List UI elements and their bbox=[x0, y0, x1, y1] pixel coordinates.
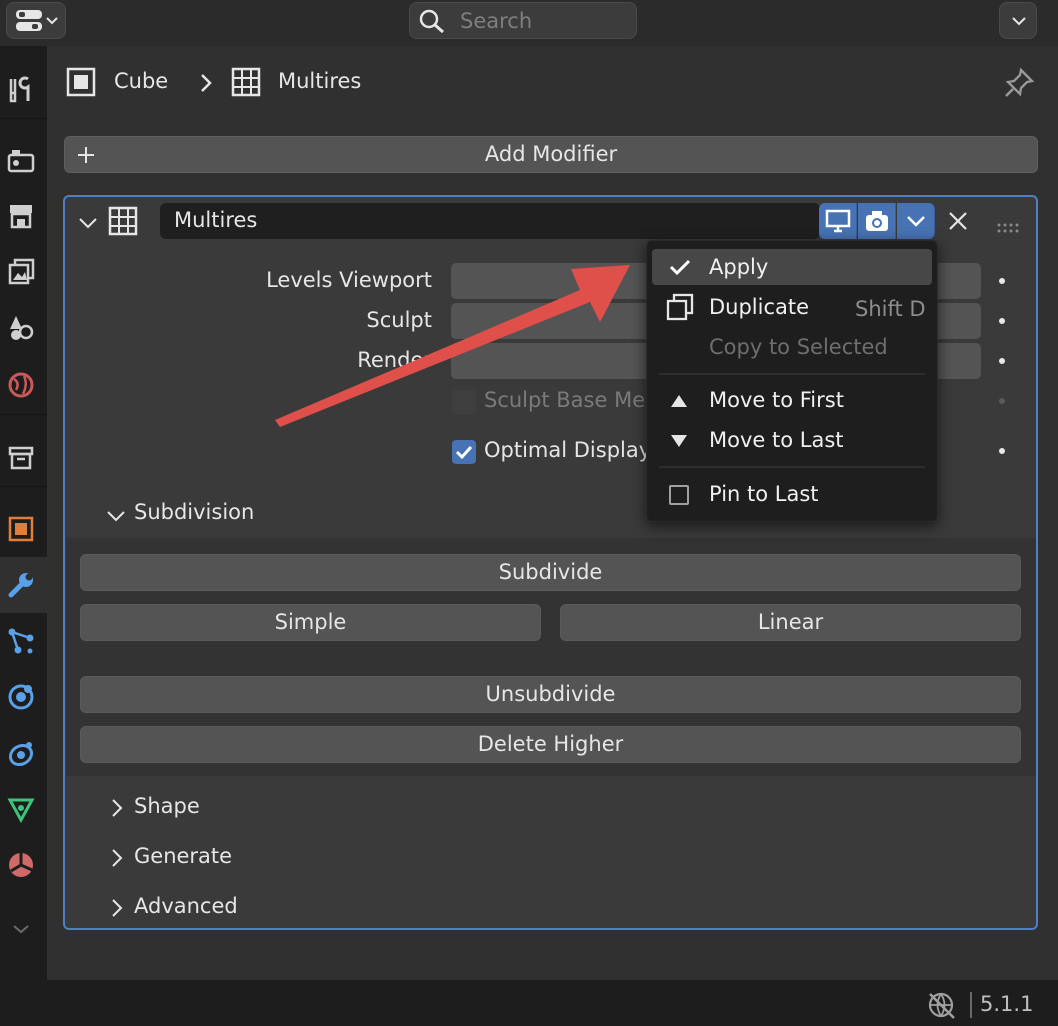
physics-icon[interactable] bbox=[4, 680, 38, 714]
pin-to-last-checkbox[interactable] bbox=[669, 485, 689, 505]
tool-icon[interactable] bbox=[4, 73, 38, 107]
world-icon[interactable] bbox=[4, 368, 38, 402]
chevron-right-icon[interactable] bbox=[110, 848, 124, 873]
network-disabled-icon bbox=[926, 990, 958, 1025]
modifier-name: Multires bbox=[174, 208, 258, 232]
keyframe-dot[interactable] bbox=[999, 278, 1005, 284]
material-icon[interactable] bbox=[4, 848, 38, 882]
annotation-arrow bbox=[275, 265, 630, 427]
drag-handle-icon[interactable] bbox=[996, 215, 1022, 239]
object-icon[interactable] bbox=[4, 512, 38, 546]
duplicate-shortcut: Shift D bbox=[855, 297, 926, 321]
duplicate-icon bbox=[666, 293, 694, 321]
chevron-down-icon bbox=[1012, 17, 1026, 26]
render-icon[interactable] bbox=[4, 144, 38, 178]
keyframe-dot[interactable] bbox=[999, 448, 1005, 454]
chevron-right-icon[interactable] bbox=[110, 798, 124, 823]
options-dropdown[interactable] bbox=[999, 2, 1037, 39]
scene-icon[interactable] bbox=[4, 311, 38, 345]
modifier-extras-menu: Apply Duplicate Shift D Copy to Selected… bbox=[646, 240, 938, 522]
menu-item-apply-highlight[interactable] bbox=[652, 249, 932, 285]
add-modifier-label: Add Modifier bbox=[484, 142, 618, 166]
subdivision-header[interactable]: Subdivision bbox=[134, 500, 254, 524]
keyframe-dot[interactable] bbox=[999, 318, 1005, 324]
editor-type-button[interactable] bbox=[6, 2, 66, 39]
simple-button[interactable]: Simple bbox=[80, 604, 541, 641]
modifier-extras-dropdown[interactable] bbox=[897, 203, 935, 239]
collapse-chevron-icon[interactable] bbox=[78, 212, 98, 236]
advanced-section[interactable]: Advanced bbox=[134, 894, 238, 918]
chevron-down-icon bbox=[906, 216, 925, 227]
remove-modifier-icon[interactable] bbox=[947, 210, 969, 237]
menu-separator bbox=[659, 466, 925, 468]
shape-section[interactable]: Shape bbox=[134, 794, 200, 818]
output-icon[interactable] bbox=[4, 199, 38, 233]
multires-icon bbox=[108, 206, 138, 241]
collection-icon[interactable] bbox=[4, 441, 38, 475]
breadcrumb-modifier: Multires bbox=[278, 69, 362, 93]
keyframe-dot[interactable] bbox=[999, 358, 1005, 364]
monitor-icon bbox=[825, 209, 850, 233]
menu-item-apply[interactable]: Apply bbox=[709, 255, 768, 279]
modifier-wrench-icon[interactable] bbox=[4, 568, 38, 602]
search-placeholder: Search bbox=[460, 9, 533, 33]
checkmark-icon bbox=[455, 445, 473, 460]
show-render-toggle[interactable] bbox=[858, 203, 896, 239]
status-bar bbox=[0, 980, 1058, 1026]
editor-type-icon bbox=[16, 10, 58, 31]
tabs-more-icon[interactable] bbox=[4, 912, 38, 946]
breadcrumb-object: Cube bbox=[114, 69, 169, 93]
view-layer-icon[interactable] bbox=[4, 255, 38, 289]
version-label: 5.1.1 bbox=[980, 992, 1034, 1016]
menu-item-copy-to-selected: Copy to Selected bbox=[709, 335, 888, 359]
triangle-up-icon bbox=[671, 395, 687, 407]
constraints-icon[interactable] bbox=[4, 736, 38, 770]
search-field[interactable]: Search bbox=[409, 2, 637, 39]
menu-item-pin-to-last[interactable]: Pin to Last bbox=[709, 482, 819, 506]
checkmark-icon bbox=[669, 259, 691, 276]
menu-item-move-to-last[interactable]: Move to Last bbox=[709, 428, 844, 452]
pin-icon[interactable] bbox=[1003, 67, 1035, 104]
tab-separator bbox=[0, 118, 47, 119]
particles-icon[interactable] bbox=[4, 624, 38, 658]
optimal-display-label: Optimal Display bbox=[484, 438, 652, 462]
multires-icon bbox=[231, 67, 261, 102]
object-icon bbox=[66, 67, 96, 97]
optimal-display-checkbox[interactable] bbox=[452, 440, 476, 464]
show-viewport-toggle[interactable] bbox=[819, 203, 857, 239]
modifier-name-field[interactable]: Multires bbox=[160, 203, 820, 239]
add-modifier-button[interactable]: Add Modifier bbox=[64, 136, 1038, 173]
tab-separator bbox=[0, 414, 47, 415]
subdivide-button[interactable]: Subdivide bbox=[80, 554, 1021, 591]
camera-icon bbox=[865, 211, 888, 231]
linear-button[interactable]: Linear bbox=[560, 604, 1021, 641]
unsubdivide-button[interactable]: Unsubdivide bbox=[80, 676, 1021, 713]
keyframe-dot bbox=[999, 398, 1005, 404]
search-icon bbox=[419, 9, 444, 34]
triangle-down-icon bbox=[671, 435, 687, 447]
menu-item-move-to-first[interactable]: Move to First bbox=[709, 388, 844, 412]
generate-section[interactable]: Generate bbox=[134, 844, 232, 868]
tab-separator bbox=[0, 486, 47, 487]
data-icon[interactable] bbox=[4, 792, 38, 826]
chevron-right-icon[interactable] bbox=[110, 898, 124, 923]
delete-higher-button[interactable]: Delete Higher bbox=[80, 726, 1021, 763]
menu-item-duplicate[interactable]: Duplicate bbox=[709, 295, 809, 319]
menu-separator bbox=[659, 373, 925, 375]
chevron-down-icon[interactable] bbox=[106, 505, 126, 529]
chevron-right-icon bbox=[199, 73, 213, 98]
status-separator bbox=[970, 992, 972, 1018]
